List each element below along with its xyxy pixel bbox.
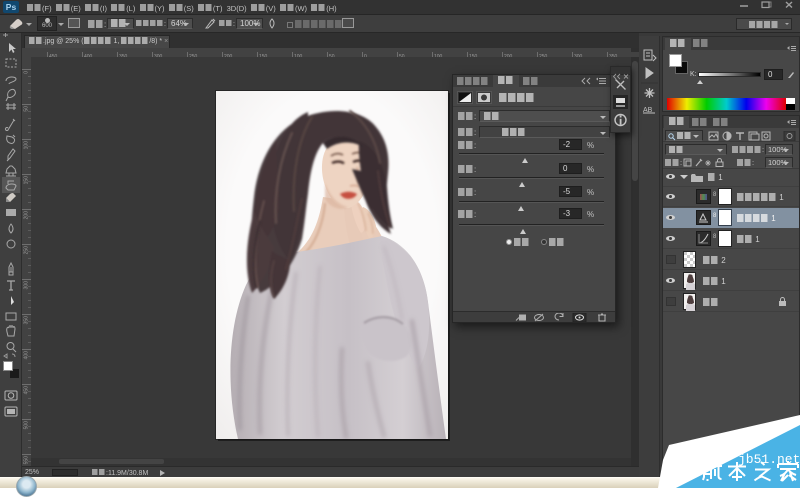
svg-text:550: 550: [24, 456, 30, 465]
svg-text:200: 200: [24, 211, 30, 220]
svg-text:100: 100: [24, 141, 30, 150]
svg-text:500: 500: [24, 421, 30, 430]
svg-text:0: 0: [24, 71, 30, 74]
svg-text:300: 300: [24, 281, 30, 290]
svg-text:400: 400: [24, 351, 30, 360]
svg-text:250: 250: [24, 246, 30, 255]
svg-text:150: 150: [24, 176, 30, 185]
svg-text:450: 450: [24, 386, 30, 395]
svg-text:350: 350: [24, 316, 30, 325]
svg-text:50: 50: [24, 106, 30, 112]
